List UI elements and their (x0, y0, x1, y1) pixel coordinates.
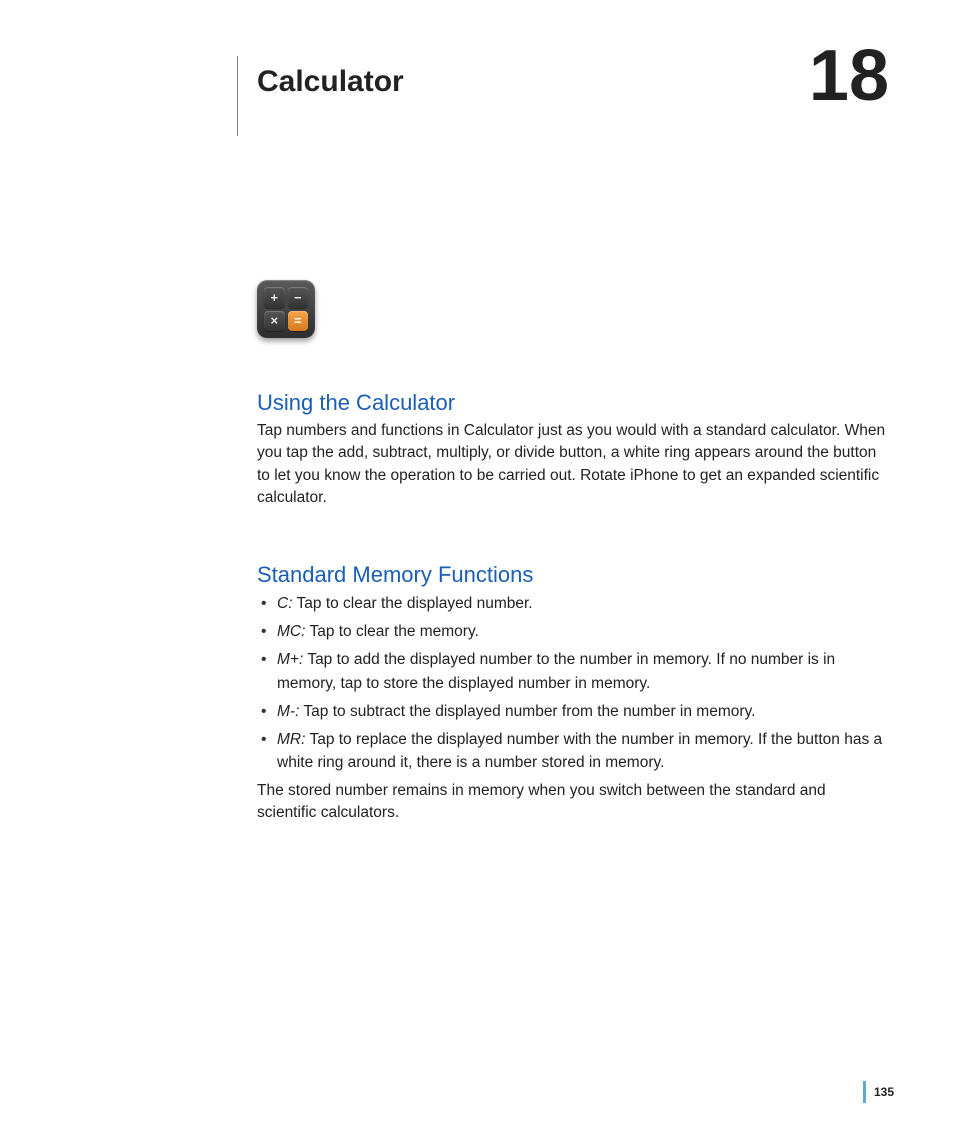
mem-label-mminus: M-: (277, 703, 299, 720)
chapter-title: Calculator (257, 65, 404, 99)
mem-label-c: C: (277, 595, 293, 612)
chapter-number: 18 (809, 40, 889, 112)
section-heading-memory: Standard Memory Functions (257, 562, 889, 588)
page: Calculator 18 + − × = Using the Calculat… (0, 0, 954, 1145)
list-item: C: Tap to clear the displayed number. (257, 592, 889, 615)
header-divider (237, 56, 238, 136)
memory-functions-list: C: Tap to clear the displayed number. MC… (257, 592, 889, 775)
page-footer: 135 (863, 1081, 894, 1103)
list-item: M-: Tap to subtract the displayed number… (257, 700, 889, 723)
mem-desc-c: Tap to clear the displayed number. (297, 595, 533, 612)
memory-closing-text: The stored number remains in memory when… (257, 780, 889, 825)
mem-desc-mminus: Tap to subtract the displayed number fro… (303, 703, 755, 720)
footer-accent-bar (863, 1081, 866, 1103)
content-area: + − × = Using the Calculator Tap numbers… (257, 280, 889, 825)
list-item: M+: Tap to add the displayed number to t… (257, 648, 889, 695)
mem-label-mr: MR: (277, 731, 305, 748)
mem-desc-mplus: Tap to add the displayed number to the n… (277, 651, 835, 691)
mem-desc-mr: Tap to replace the displayed number with… (277, 731, 882, 771)
calc-icon-multiply: × (264, 311, 285, 332)
section-body-using: Tap numbers and functions in Calculator … (257, 420, 889, 510)
calc-icon-equals: = (288, 311, 309, 332)
calc-icon-minus: − (288, 287, 309, 308)
list-item: MR: Tap to replace the displayed number … (257, 728, 889, 775)
calc-icon-plus: + (264, 287, 285, 308)
mem-label-mplus: M+: (277, 651, 303, 668)
calculator-app-icon: + − × = (257, 280, 315, 338)
list-item: MC: Tap to clear the memory. (257, 620, 889, 643)
section-heading-using: Using the Calculator (257, 390, 889, 416)
page-number: 135 (874, 1085, 894, 1099)
mem-desc-mc: Tap to clear the memory. (309, 623, 478, 640)
mem-label-mc: MC: (277, 623, 305, 640)
